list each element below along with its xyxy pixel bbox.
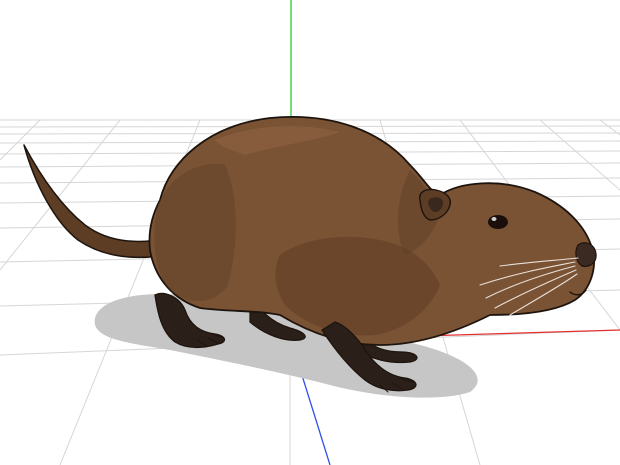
nose xyxy=(575,242,597,267)
eye-highlight xyxy=(491,217,497,221)
3d-viewport[interactable] xyxy=(0,0,620,465)
eye xyxy=(488,215,508,229)
viewport-canvas[interactable] xyxy=(0,0,620,465)
